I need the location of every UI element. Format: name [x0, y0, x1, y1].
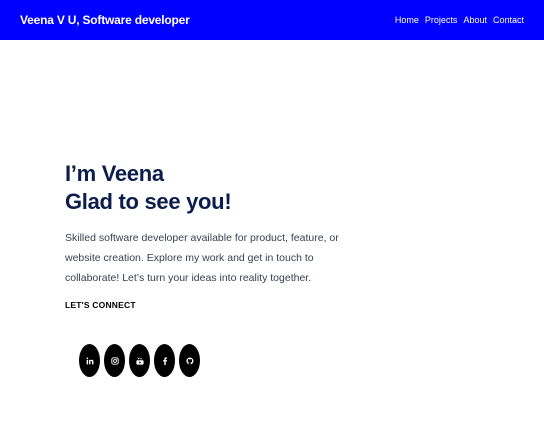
hero-section: I’m Veena Glad to see you! Skilled softw…	[65, 160, 365, 310]
hero-heading-line2: Glad to see you!	[65, 189, 232, 214]
nav-links: Home Projects About Contact	[395, 15, 524, 25]
navbar: Veena V U, Software developer Home Proje…	[0, 0, 544, 40]
youtube-icon	[135, 356, 144, 365]
linkedin-link[interactable]	[79, 344, 100, 377]
youtube-link[interactable]	[129, 344, 150, 377]
nav-projects-link[interactable]: Projects	[425, 15, 458, 25]
nav-home-link[interactable]: Home	[395, 15, 419, 25]
instagram-icon	[110, 356, 119, 365]
brand-title[interactable]: Veena V U, Software developer	[20, 13, 190, 27]
github-icon	[185, 356, 193, 364]
facebook-link[interactable]	[154, 344, 175, 377]
hero-description: Skilled software developer available for…	[65, 232, 339, 284]
hero-heading-line1: I’m Veena	[65, 161, 164, 186]
github-link[interactable]	[179, 344, 200, 377]
hero-heading: I’m Veena Glad to see you!	[65, 160, 365, 216]
linkedin-icon	[86, 356, 93, 364]
social-links	[79, 344, 200, 377]
instagram-link[interactable]	[104, 344, 125, 377]
nav-about-link[interactable]: About	[463, 15, 487, 25]
nav-contact-link[interactable]: Contact	[493, 15, 524, 25]
connect-heading: LET'S CONNECT	[65, 300, 136, 310]
facebook-icon	[162, 356, 167, 365]
